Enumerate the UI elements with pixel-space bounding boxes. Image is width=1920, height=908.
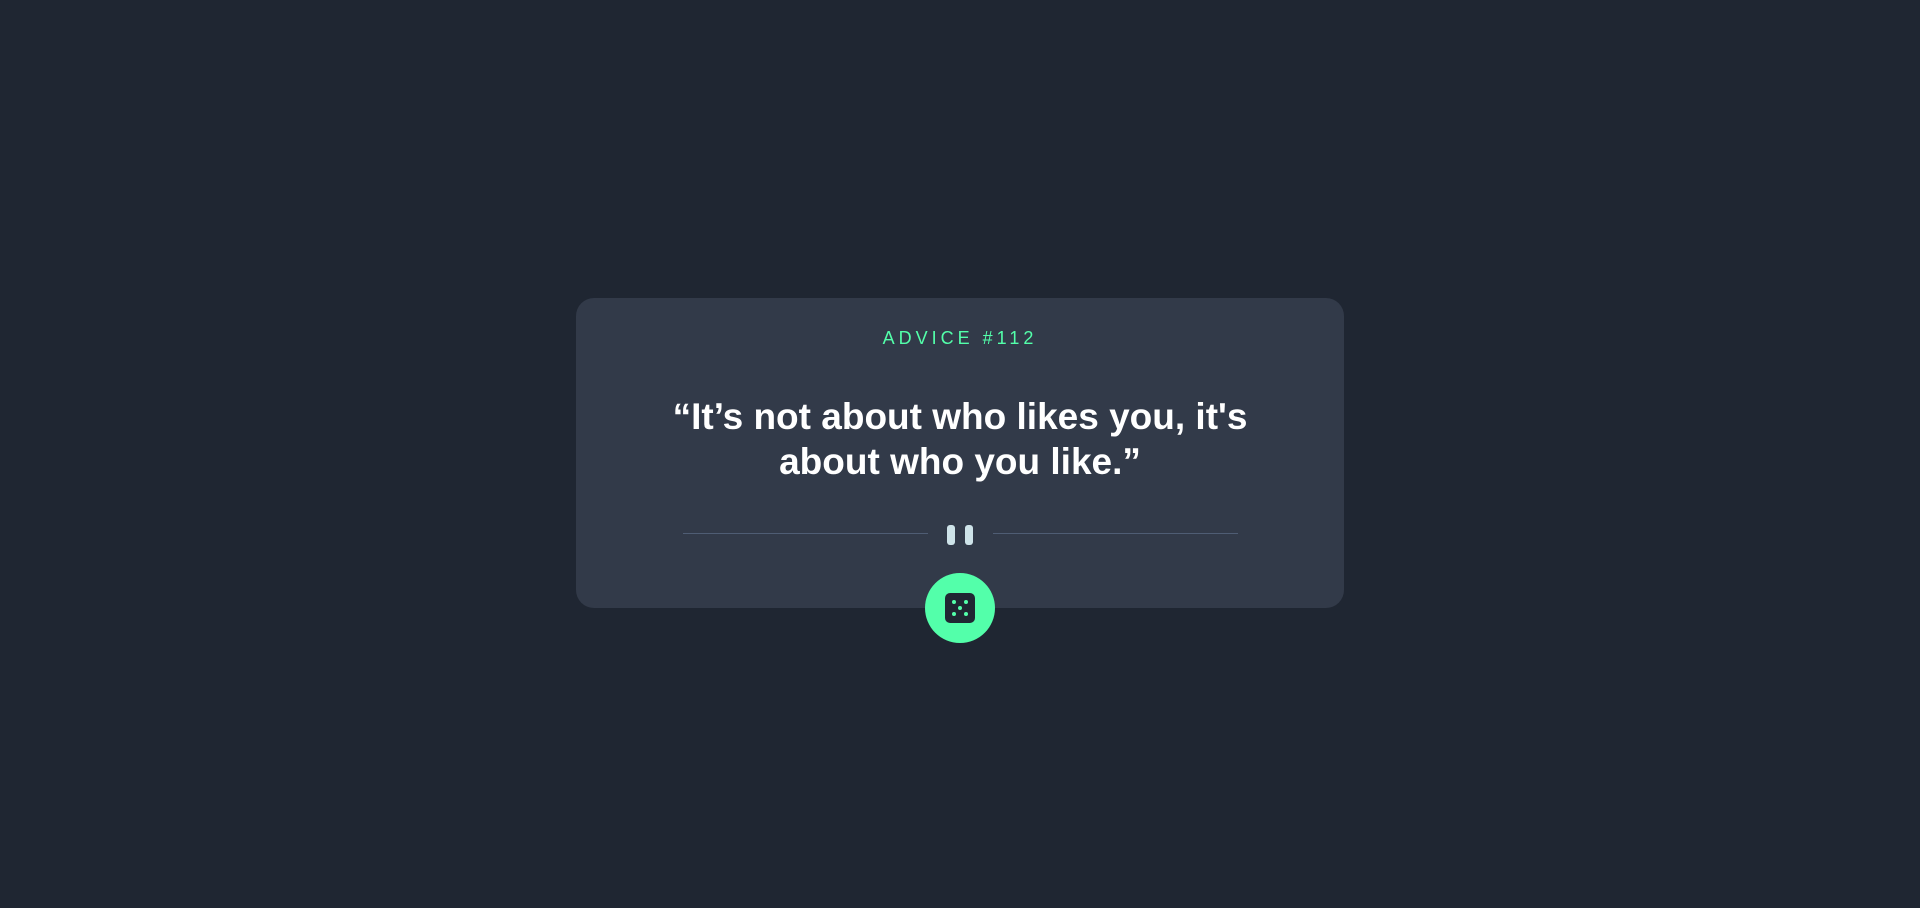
pause-bar-left	[947, 525, 955, 545]
advice-quote: “It’s not about who likes you, it's abou…	[672, 396, 1248, 482]
advice-card: ADVICE #112 “It’s not about who likes yo…	[576, 298, 1344, 608]
divider-line-right	[993, 533, 1238, 534]
pause-bar-right	[965, 525, 973, 545]
advice-id-label: ADVICE #112	[882, 328, 1038, 348]
dice-icon	[945, 593, 975, 623]
divider	[683, 523, 1238, 545]
new-advice-button[interactable]	[925, 573, 995, 643]
divider-line-left	[683, 533, 928, 534]
pause-icon	[946, 523, 974, 545]
